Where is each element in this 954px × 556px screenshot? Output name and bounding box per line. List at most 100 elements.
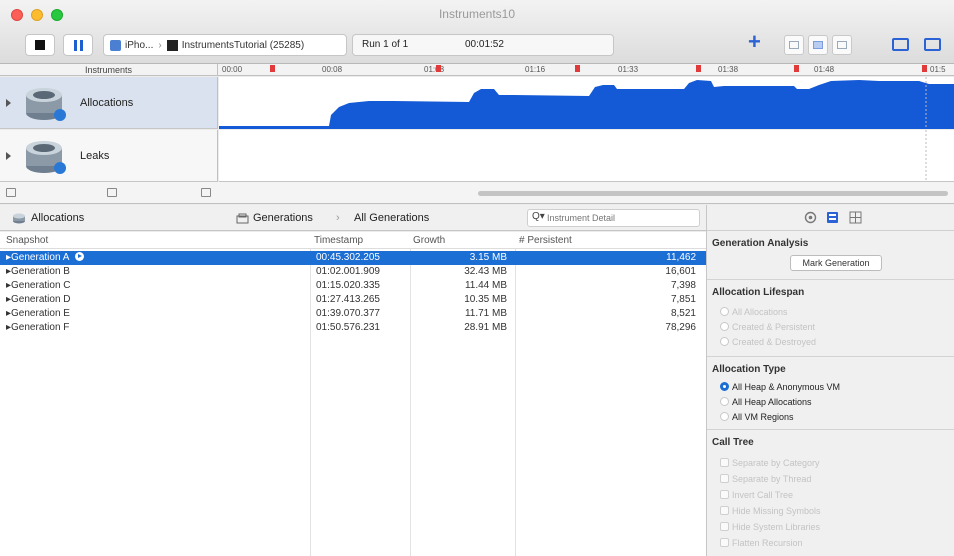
timeline-horizontal-scrollbar[interactable] <box>478 191 948 196</box>
jumpbar-view[interactable]: Generations <box>253 212 313 224</box>
leaks-graph[interactable] <box>219 130 954 182</box>
timestamp-cell: 01:50.576.231 <box>316 322 380 333</box>
ruler-tick: 01:16 <box>525 65 546 74</box>
app-icon <box>166 39 178 51</box>
checkbox-icon <box>720 474 729 483</box>
filter-input[interactable] <box>547 211 697 225</box>
column-header-persistent[interactable]: # Persistent <box>519 235 572 246</box>
timestamp-cell: 01:27.413.265 <box>316 294 380 305</box>
column-header-snapshot[interactable]: Snapshot <box>6 235 48 246</box>
track-list-icon[interactable] <box>6 188 16 197</box>
generations-view-icon <box>236 213 249 224</box>
jumpbar-scope[interactable]: All Generations <box>354 212 429 224</box>
add-instrument-button[interactable]: + <box>748 31 761 53</box>
disclosure-triangle-icon[interactable] <box>6 99 11 107</box>
section-title: Call Tree <box>712 437 754 448</box>
checkbox-icon <box>720 506 729 515</box>
column-header-timestamp[interactable]: Timestamp <box>314 235 363 246</box>
persistent-cell: 78,296 <box>665 322 696 333</box>
disclosure-triangle-icon[interactable] <box>6 152 11 160</box>
table-header: Snapshot Timestamp Growth # Persistent <box>0 232 706 249</box>
table-row[interactable]: ▸Generation B 01:02.001.909 32.43 MB 16,… <box>0 265 706 279</box>
table-row[interactable]: ▸Generation E 01:39.070.377 11.71 MB 8,5… <box>0 307 706 321</box>
instruments-header: Instruments <box>0 64 218 76</box>
pause-button[interactable] <box>63 34 93 56</box>
track-config-icon[interactable] <box>107 188 117 197</box>
call-tree-option-category[interactable]: Separate by Category <box>720 458 820 468</box>
generation-analysis-section: Generation Analysis Mark Generation <box>707 232 954 280</box>
checkbox-icon <box>720 490 729 499</box>
track-footer <box>0 182 954 204</box>
track-size-icon[interactable] <box>201 188 211 197</box>
timestamp-cell: 01:02.001.909 <box>316 266 380 277</box>
timeline-ruler[interactable]: Instruments 00:00 00:08 01:08 01:16 01:3… <box>0 64 954 76</box>
call-tree-option-hide-missing[interactable]: Hide Missing Symbols <box>720 506 821 516</box>
leaks-icon <box>26 141 66 174</box>
strategy-cpu-button[interactable] <box>784 35 804 55</box>
allocations-jumpbar-icon <box>13 213 25 224</box>
radio-icon <box>720 337 729 346</box>
target-app: InstrumentsTutorial (25285) <box>181 39 305 51</box>
growth-cell: 32.43 MB <box>464 266 507 277</box>
growth-cell: 10.35 MB <box>464 294 507 305</box>
extended-detail-tab-icon[interactable] <box>849 211 862 224</box>
type-option-heap-vm[interactable]: All Heap & Anonymous VM <box>720 382 840 392</box>
ruler-tick: 01:5 <box>930 65 946 74</box>
call-tree-option-flatten[interactable]: Flatten Recursion <box>720 538 803 548</box>
lifespan-option-persistent[interactable]: Created & Persistent <box>720 322 815 332</box>
call-tree-option-invert[interactable]: Invert Call Tree <box>720 490 793 500</box>
mark-generation-button[interactable]: Mark Generation <box>790 255 882 271</box>
device-icon <box>110 39 121 51</box>
target-device: iPho... <box>125 39 154 51</box>
snapshot-cell: ▸Generation E <box>6 308 70 319</box>
persistent-cell: 16,601 <box>665 266 696 277</box>
record-stop-button[interactable] <box>25 34 55 56</box>
stop-icon <box>35 40 45 50</box>
lifespan-option-destroyed[interactable]: Created & Destroyed <box>720 337 816 347</box>
table-row[interactable]: ▸Generation A 00:45.302.205 3.15 MB 11,4… <box>0 251 706 265</box>
generation-flag-icon <box>436 65 441 72</box>
ruler-tick: 01:38 <box>718 65 739 74</box>
allocations-graph[interactable] <box>219 77 954 129</box>
type-option-vm[interactable]: All VM Regions <box>720 412 794 422</box>
call-tree-option-thread[interactable]: Separate by Thread <box>720 474 811 484</box>
allocation-lifespan-section: Allocation Lifespan All Allocations Crea… <box>707 281 954 357</box>
table-row[interactable]: ▸Generation C 01:15.020.335 11.44 MB 7,3… <box>0 279 706 293</box>
table-row[interactable]: ▸Generation D 01:27.413.265 10.35 MB 7,8… <box>0 293 706 307</box>
strategy-instruments-button[interactable] <box>808 35 828 55</box>
ruler-tick: 00:08 <box>322 65 343 74</box>
go-to-generation-icon[interactable] <box>75 252 85 261</box>
call-tree-option-hide-system[interactable]: Hide System Libraries <box>720 522 820 532</box>
toggle-inspector-button[interactable] <box>921 35 945 55</box>
growth-cell: 11.44 MB <box>464 280 507 291</box>
allocations-icon <box>26 88 66 121</box>
chevron-right-icon: › <box>158 39 162 51</box>
section-title: Allocation Type <box>712 364 786 375</box>
track-header-allocations[interactable]: Allocations <box>0 77 218 129</box>
display-settings-tab-icon[interactable] <box>826 211 839 224</box>
checkbox-icon <box>720 522 729 531</box>
table-row[interactable]: ▸Generation F 01:50.576.231 28.91 MB 78,… <box>0 321 706 335</box>
instrument-detail-filter[interactable]: Q▾ <box>527 209 700 227</box>
section-title: Allocation Lifespan <box>712 287 805 298</box>
checkbox-icon <box>720 538 729 547</box>
column-header-growth[interactable]: Growth <box>413 235 445 246</box>
growth-cell: 3.15 MB <box>469 252 507 263</box>
detail-view-icon <box>892 38 909 51</box>
track-header-leaks[interactable]: Leaks <box>0 130 218 182</box>
jumpbar-instrument[interactable]: Allocations <box>31 212 84 224</box>
target-selector[interactable]: iPho... › InstrumentsTutorial (25285) <box>103 34 347 56</box>
run-label[interactable]: Run 1 of 1 <box>362 39 408 50</box>
lifespan-option-all[interactable]: All Allocations <box>720 307 788 317</box>
radio-icon <box>720 397 729 406</box>
allocation-graph <box>219 77 954 129</box>
strategy-threads-button[interactable] <box>832 35 852 55</box>
generation-flag-icon <box>922 65 927 72</box>
inspector-view-icon <box>924 38 941 51</box>
type-option-heap[interactable]: All Heap Allocations <box>720 397 812 407</box>
radio-selected-icon <box>720 382 729 391</box>
settings-tab-icon[interactable] <box>804 211 817 224</box>
generation-flag-icon <box>575 65 580 72</box>
leaks-graph-area <box>925 130 927 182</box>
toggle-detail-view-button[interactable] <box>889 35 913 55</box>
